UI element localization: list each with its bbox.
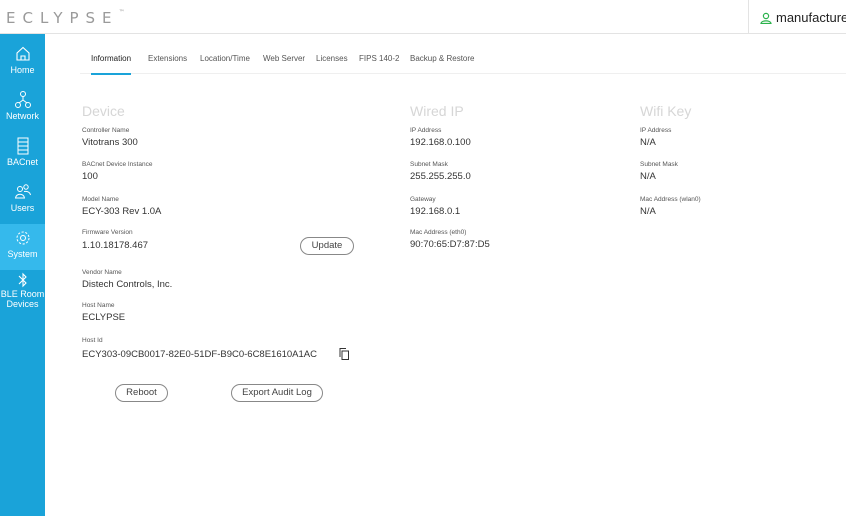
sidebar-item-label: Home — [10, 65, 35, 75]
user-name: manufacturer — [776, 10, 846, 25]
wifi-ip-address-value: N/A — [640, 137, 656, 148]
firmware-version-value: 1.10.18178.467 — [82, 240, 149, 251]
sidebar: Home Network BACnet Users System BLE Roo… — [0, 34, 45, 516]
wired-subnet-mask-label: Subnet Mask — [410, 161, 448, 168]
users-icon — [14, 184, 31, 199]
wired-subnet-mask-value: 255.255.255.0 — [410, 171, 471, 182]
device-section-title: Device — [82, 103, 125, 119]
wifi-subnet-mask-label: Subnet Mask — [640, 161, 678, 168]
wired-ip-address-label: IP Address — [410, 127, 442, 134]
controller-name-value: Vitotrans 300 — [82, 137, 138, 148]
host-name-label: Host Name — [82, 302, 115, 309]
bacnet-icon — [17, 137, 28, 155]
sidebar-item-ble-room-devices[interactable]: BLE Room Devices — [0, 270, 45, 320]
firmware-version-label: Firmware Version — [82, 229, 133, 236]
mac-address-wlan0-label: Mac Address (wlan0) — [640, 196, 701, 203]
tab-fips-140-2[interactable]: FIPS 140-2 — [359, 54, 399, 73]
tab-divider — [80, 73, 846, 74]
tab-licenses[interactable]: Licenses — [316, 54, 348, 73]
wired-ip-address-value: 192.168.0.100 — [410, 137, 471, 148]
reboot-button[interactable]: Reboot — [115, 384, 168, 402]
mac-address-wlan0-value: N/A — [640, 206, 656, 217]
header-divider — [748, 0, 749, 34]
host-name-value: ECLYPSE — [82, 312, 126, 323]
tab-web-server[interactable]: Web Server — [263, 54, 305, 73]
sidebar-item-system[interactable]: System — [0, 224, 45, 270]
model-name-value: ECY-303 Rev 1.0A — [82, 206, 162, 217]
sidebar-item-label: Users — [10, 203, 35, 213]
tab-backup-restore[interactable]: Backup & Restore — [410, 54, 474, 73]
sidebar-item-label: BLE Room — [0, 289, 45, 299]
user-icon — [760, 12, 772, 25]
gateway-value: 192.168.0.1 — [410, 206, 461, 217]
mac-address-eth0-value: 90:70:65:D7:87:D5 — [410, 239, 490, 250]
controller-name-label: Controller Name — [82, 127, 130, 134]
home-icon — [15, 46, 30, 61]
eclypse-logo: ECLYPSE™ — [6, 9, 125, 27]
sidebar-item-label: Network — [5, 111, 39, 121]
wifi-key-section-title: Wifi Key — [640, 103, 692, 119]
export-audit-log-button[interactable]: Export Audit Log — [231, 384, 323, 402]
mac-address-eth0-label: Mac Address (eth0) — [410, 229, 467, 236]
vendor-name-label: Vendor Name — [82, 269, 122, 276]
tab-information[interactable]: Information — [91, 54, 132, 75]
wifi-subnet-mask-value: N/A — [640, 171, 656, 182]
model-name-label: Model Name — [82, 196, 119, 203]
gear-icon — [16, 231, 29, 245]
sidebar-item-label-line2: Devices — [6, 299, 39, 309]
sidebar-item-network[interactable]: Network — [0, 86, 45, 132]
user-menu[interactable]: manufacturer — [760, 10, 846, 25]
host-id-label: Host Id — [82, 337, 103, 344]
sidebar-item-label: BACnet — [6, 157, 39, 167]
update-button[interactable]: Update — [300, 237, 354, 255]
copy-icon[interactable] — [339, 348, 349, 360]
sidebar-item-users[interactable]: Users — [0, 178, 45, 224]
wifi-ip-address-label: IP Address — [640, 127, 672, 134]
top-bar: ECLYPSE™ manufacturer — [0, 0, 846, 34]
sidebar-item-home[interactable]: Home — [0, 40, 45, 86]
tab-extensions[interactable]: Extensions — [148, 54, 187, 73]
bluetooth-icon — [18, 272, 27, 288]
sidebar-item-label: System — [7, 249, 38, 259]
bacnet-device-instance-value: 100 — [82, 171, 98, 182]
wired-ip-section-title: Wired IP — [410, 103, 464, 119]
gateway-label: Gateway — [410, 196, 436, 203]
tab-location-time[interactable]: Location/Time — [200, 54, 250, 73]
sidebar-item-bacnet[interactable]: BACnet — [0, 132, 45, 178]
network-icon — [14, 91, 31, 108]
host-id-value: ECY303-09CB0017-82E0-51DF-B9C0-6C8E1610A… — [82, 349, 317, 360]
vendor-name-value: Distech Controls, Inc. — [82, 279, 173, 290]
bacnet-device-instance-label: BACnet Device Instance — [82, 161, 153, 168]
